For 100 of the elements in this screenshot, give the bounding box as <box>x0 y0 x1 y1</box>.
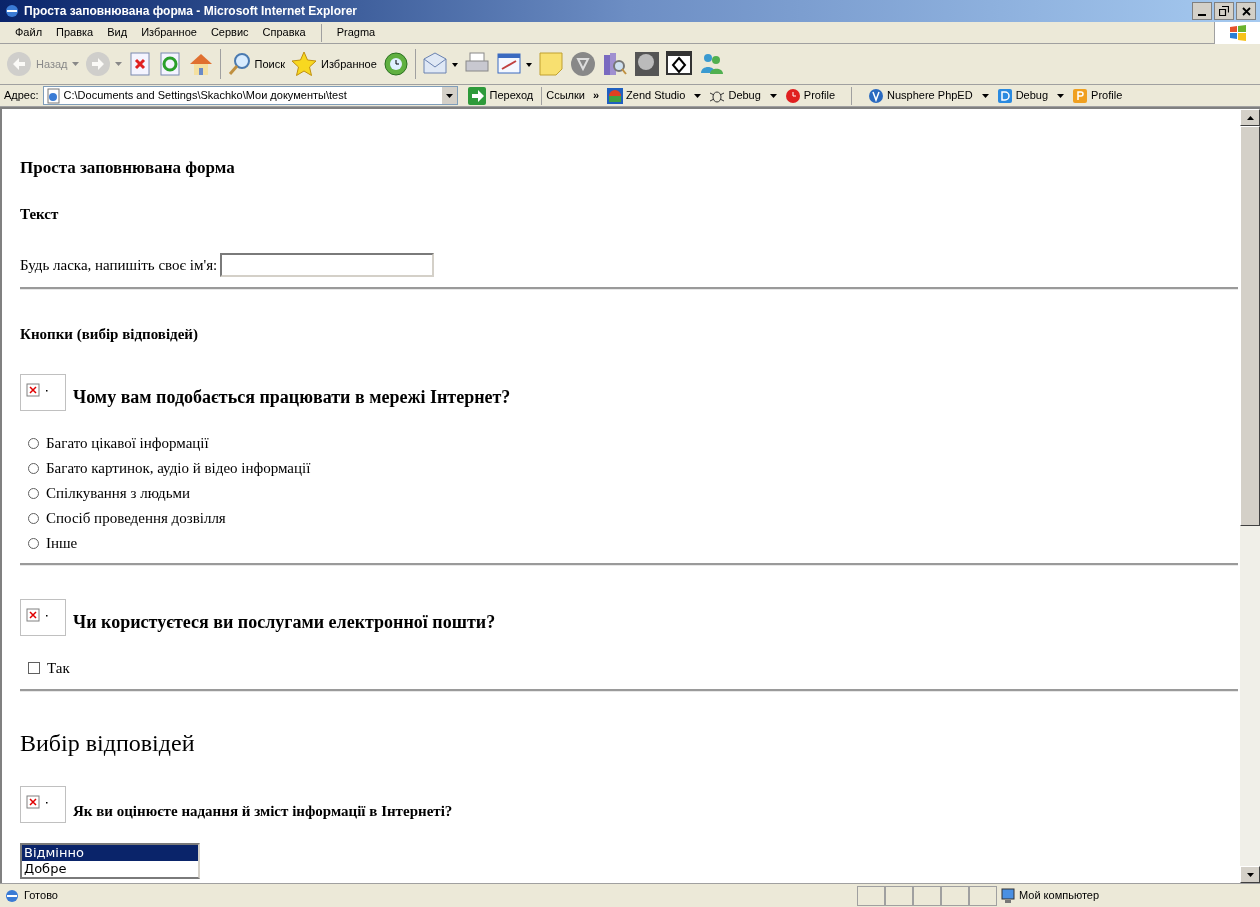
star-icon <box>291 51 317 77</box>
history-button[interactable] <box>382 51 409 77</box>
v-logo-icon <box>868 87 885 104</box>
page-title: Проста заповнювана форма <box>20 157 236 179</box>
refresh-icon <box>157 51 182 77</box>
p-logo-icon <box>1072 87 1089 104</box>
scroll-up-button[interactable] <box>1240 109 1260 126</box>
menu-item[interactable]: Pragma <box>329 22 383 43</box>
menu-item[interactable]: Избранное <box>134 22 204 43</box>
dropdown-arrow-icon <box>981 93 989 98</box>
rating-listbox[interactable]: Відмінно Добре <box>20 842 200 879</box>
option-label: Багато цікавої інформації <box>46 433 209 453</box>
dropdown-arrow-icon <box>114 62 122 66</box>
envelope-icon <box>421 51 458 77</box>
document-edit-icon <box>495 51 532 77</box>
links-label: Ссылки <box>546 88 585 104</box>
windows-logo-icon <box>1228 24 1247 41</box>
address-label: Адрес: <box>4 88 39 104</box>
list-option[interactable]: Відмінно <box>22 844 198 861</box>
list-option[interactable]: Добре <box>22 860 198 877</box>
status-pane <box>885 885 913 906</box>
link-button[interactable]: Debug <box>992 87 1069 104</box>
radio-button[interactable] <box>28 537 39 549</box>
status-pane <box>913 885 941 906</box>
stop-button[interactable] <box>127 51 152 77</box>
status-pane <box>969 885 997 906</box>
computer-icon <box>1001 887 1015 904</box>
scroll-thumb[interactable] <box>1240 126 1260 526</box>
books-button[interactable] <box>601 51 628 77</box>
minimize-icon <box>1198 14 1206 16</box>
name-input-field[interactable] <box>220 253 435 277</box>
d-logo-icon <box>996 87 1013 104</box>
dropdown-arrow-icon <box>1057 93 1065 98</box>
browser-icon <box>4 3 20 19</box>
field-label: Будь ласка, напишіть своє ім'я: <box>20 255 218 275</box>
sticky-note-icon <box>537 51 564 77</box>
dropdown-arrow-icon <box>694 93 702 98</box>
link-button[interactable]: Debug <box>705 87 781 104</box>
search-icon <box>226 51 251 77</box>
document-edit-button[interactable] <box>495 51 532 77</box>
books-icon <box>601 51 628 77</box>
down-arrow-icon <box>1246 872 1254 877</box>
checkbox[interactable] <box>28 662 40 674</box>
broken-image-icon <box>20 785 66 823</box>
go-button[interactable]: Переход <box>463 86 538 105</box>
link-button[interactable]: Profile <box>780 87 840 104</box>
section-heading: Кнопки (вибір відповідей) <box>20 325 199 344</box>
envelope-button[interactable] <box>421 51 458 77</box>
disc-tool-button[interactable] <box>633 51 660 77</box>
badge-icon <box>569 51 596 77</box>
address-field[interactable]: C:\Documents and Settings\Skachko\Мои документы\test <box>42 86 458 105</box>
menu-item[interactable]: Сервис <box>203 22 256 43</box>
dropdown-arrow-icon <box>71 62 79 66</box>
option-label: Спосіб проведення дозвілля <box>46 508 226 528</box>
close-button[interactable] <box>1236 2 1256 20</box>
zend-logo-icon <box>607 87 624 104</box>
badge-button[interactable] <box>569 51 596 77</box>
status-pane <box>857 885 885 906</box>
menu-item[interactable]: Вид <box>100 22 135 43</box>
search-button[interactable]: Поиск <box>226 51 285 77</box>
status-pane <box>941 885 969 906</box>
radio-button[interactable] <box>28 487 39 499</box>
question-text: Як ви оцінюєте надання й зміст інформації в Інтернеті? <box>73 802 453 821</box>
stop-icon <box>127 51 152 77</box>
menu-item[interactable]: Справка <box>255 22 313 43</box>
link-button[interactable]: Nusphere PhpED <box>864 87 993 104</box>
restore-button[interactable] <box>1214 2 1234 20</box>
menu-item[interactable]: Правка <box>49 22 101 43</box>
scrollbar[interactable] <box>1240 109 1260 883</box>
section-heading: Вибір відповідей <box>20 728 196 758</box>
up-arrow-icon <box>1246 115 1254 120</box>
radio-button[interactable] <box>28 462 39 474</box>
option-label: Спілкування з людьми <box>46 483 191 503</box>
chevron-button[interactable]: » <box>593 87 600 104</box>
option-label: Так <box>47 658 70 678</box>
broken-image-icon <box>20 373 66 411</box>
browser-icon <box>4 887 20 904</box>
option-label: Багато картинок, аудіо й відео інформації <box>46 458 311 478</box>
security-zone: Мой компьютер <box>1019 888 1100 904</box>
section-heading: Текст <box>20 204 60 224</box>
question-text: Чому вам подобається працювати в мережі Інтернет? <box>73 385 511 409</box>
close-icon <box>1241 6 1251 16</box>
star-button[interactable]: Избранное <box>291 51 377 77</box>
link-button[interactable]: Profile <box>1068 87 1127 104</box>
status-text: Готово <box>24 888 59 904</box>
scroll-down-button[interactable] <box>1240 866 1260 883</box>
restore-icon <box>1219 6 1229 16</box>
option-label: Інше <box>46 533 78 553</box>
disc-tool-icon <box>633 51 660 77</box>
radio-button[interactable] <box>28 512 39 524</box>
window-title: Проста заповнювана форма - Microsoft Internet Explorer <box>24 3 358 20</box>
page-icon <box>45 87 62 104</box>
link-button[interactable]: Zend Studio <box>603 87 706 104</box>
question-text: Чи користуєтеся ви послугами електронної пошти? <box>73 610 496 634</box>
refresh-button[interactable] <box>157 51 182 77</box>
menu-item[interactable]: Файл <box>8 22 50 43</box>
radio-button[interactable] <box>28 437 39 449</box>
minimize-button[interactable] <box>1192 2 1212 20</box>
window-diamond-button[interactable] <box>665 51 692 77</box>
clock-icon <box>784 87 801 104</box>
